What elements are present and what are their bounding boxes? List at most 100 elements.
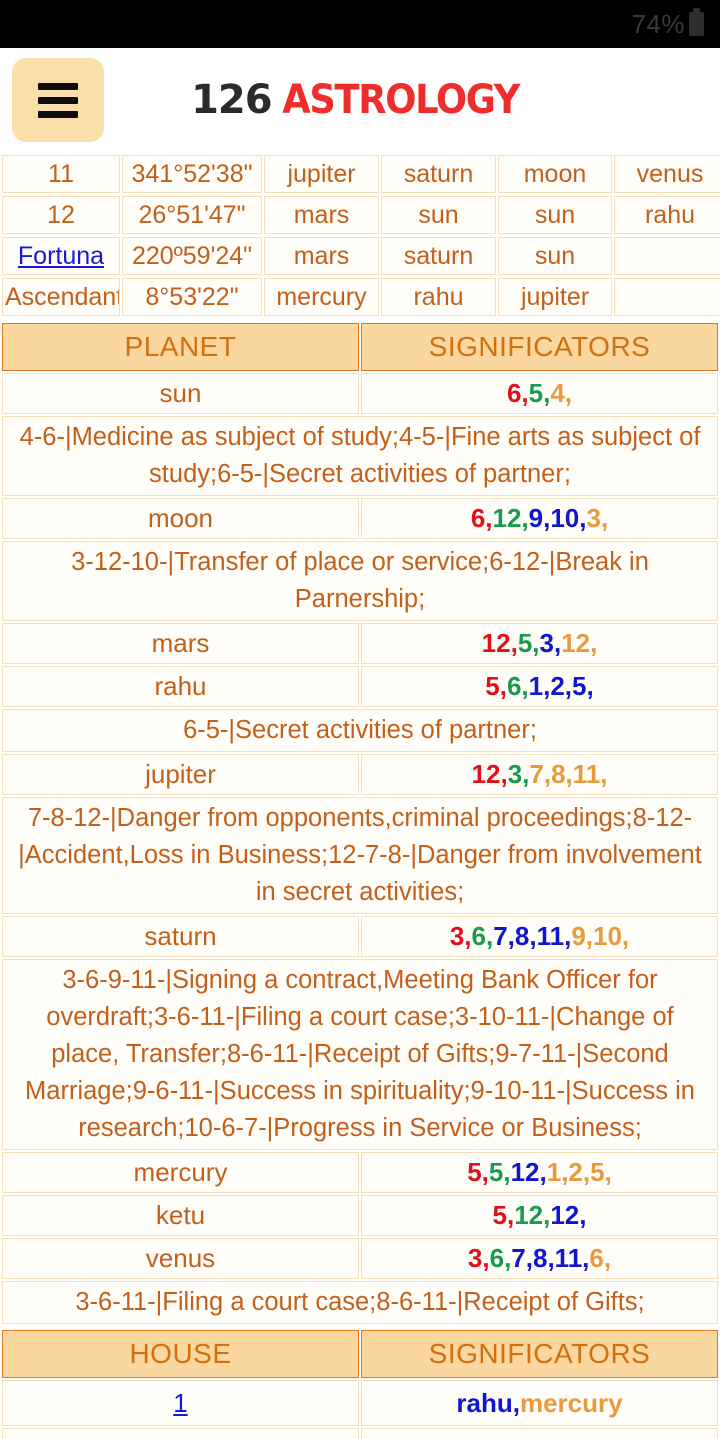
position-degree: 8°53'22" bbox=[122, 278, 262, 316]
position-row-label: 12 bbox=[2, 196, 120, 234]
app-header: 126 ASTROLOGY bbox=[0, 48, 720, 152]
status-bar: 74% bbox=[0, 0, 720, 48]
house-table-header-row: HOUSE SIGNIFICATORS bbox=[2, 1330, 718, 1378]
position-lord-2: sun bbox=[381, 196, 496, 234]
position-lord-4 bbox=[614, 237, 720, 275]
table-row: mars 12,5,3,12, bbox=[2, 623, 718, 664]
position-lord-2: rahu bbox=[381, 278, 496, 316]
significator-token: 7, bbox=[511, 1243, 533, 1273]
table-row: jupiter 12,3,7,8,11, bbox=[2, 754, 718, 795]
position-degree: 341°52'38" bbox=[122, 155, 262, 193]
house-link[interactable]: 2 bbox=[173, 1436, 187, 1439]
significators-cell: 6,5,4, bbox=[361, 373, 718, 414]
significator-token: 5, bbox=[528, 378, 551, 408]
significator-token: 4, bbox=[550, 378, 573, 408]
fortuna-link[interactable]: Fortuna bbox=[18, 242, 104, 270]
significators-cell: 5,5,12,1,2,5, bbox=[361, 1152, 718, 1193]
significators-cell: rahu,mercury bbox=[361, 1428, 718, 1439]
significator-token: 5, bbox=[590, 1157, 612, 1187]
significator-token: 5, bbox=[488, 1157, 511, 1187]
significator-token: 6, bbox=[471, 921, 494, 951]
significators-cell: 12,5,3,12, bbox=[361, 623, 718, 664]
significator-token: 9, bbox=[528, 503, 551, 533]
significator-token: 12, bbox=[550, 1200, 587, 1230]
table-row: mercury 5,5,12,1,2,5, bbox=[2, 1152, 718, 1193]
hamburger-menu-icon-bar-3 bbox=[38, 110, 78, 118]
significator-token: 7, bbox=[493, 921, 515, 951]
significator-token: 3, bbox=[586, 503, 609, 533]
hamburger-menu-button[interactable] bbox=[12, 58, 104, 142]
significator-token: 6, bbox=[506, 378, 529, 408]
table-row: 11 341°52'38" jupiter saturn moon venus bbox=[2, 155, 720, 193]
planet-description-text: 6-5-|Secret activities of partner; bbox=[2, 709, 718, 752]
position-lord-2: saturn bbox=[381, 237, 496, 275]
significator-token: mercury bbox=[519, 1388, 623, 1418]
significator-token: 12, bbox=[561, 628, 598, 658]
table-row: Ascendant 8°53'22" mercury rahu jupiter bbox=[2, 278, 720, 316]
significator-token: 9, bbox=[571, 921, 593, 951]
significator-token: 11, bbox=[536, 921, 572, 951]
site-logo: 126 ASTROLOGY bbox=[0, 77, 720, 123]
page-content: 11 341°52'38" jupiter saturn moon venus 12 26°5… bbox=[0, 152, 720, 1439]
planet-description-text: 3-12-10-|Transfer of place or service;6-… bbox=[2, 541, 718, 621]
significator-token: 12, bbox=[510, 1157, 547, 1187]
position-lord-3: moon bbox=[498, 155, 612, 193]
position-lord-1: jupiter bbox=[264, 155, 379, 193]
significators-cell: 12,3,7,8,11, bbox=[361, 754, 718, 795]
battery-icon bbox=[689, 8, 704, 36]
planet-description-row: 6-5-|Secret activities of partner; bbox=[2, 709, 718, 752]
position-lord-4: venus bbox=[614, 155, 720, 193]
significator-token: 3, bbox=[539, 628, 562, 658]
house-significators-table: HOUSE SIGNIFICATORS 1 rahu,mercury 2 rahu,m… bbox=[0, 1328, 720, 1439]
table-row: saturn 3,6,7,8,11,9,10, bbox=[2, 916, 718, 957]
planet-description-row: 3-12-10-|Transfer of place or service;6-… bbox=[2, 541, 718, 621]
planet-name-cell: mercury bbox=[2, 1152, 359, 1193]
planet-description-text: 3-6-11-|Filing a court case;8-6-11-|Rece… bbox=[2, 1281, 718, 1324]
significator-token: 1, bbox=[546, 1157, 569, 1187]
significator-token: 2, bbox=[568, 1157, 591, 1187]
significators-cell: rahu,mercury bbox=[361, 1380, 718, 1426]
table-row: venus 3,6,7,8,11,6, bbox=[2, 1238, 718, 1279]
planet-description-text: 4-6-|Medicine as subject of study;4-5-|F… bbox=[2, 416, 718, 496]
planet-column-header: PLANET bbox=[2, 323, 359, 371]
position-lord-4 bbox=[614, 278, 720, 316]
position-lord-2: saturn bbox=[381, 155, 496, 193]
planet-description-text: 3-6-9-11-|Signing a contract,Meeting Ban… bbox=[2, 959, 718, 1150]
house-column-header: HOUSE bbox=[2, 1330, 359, 1378]
significator-token: 5, bbox=[517, 628, 540, 658]
planet-description-row: 4-6-|Medicine as subject of study;4-5-|F… bbox=[2, 416, 718, 496]
position-row-label[interactable]: Fortuna bbox=[2, 237, 120, 275]
planet-significators-column-header: SIGNIFICATORS bbox=[361, 323, 718, 371]
table-row: Fortuna 220º59'24" mars saturn sun bbox=[2, 237, 720, 275]
planet-name-cell: ketu bbox=[2, 1195, 359, 1236]
position-row-label: 11 bbox=[2, 155, 120, 193]
planet-name-cell: saturn bbox=[2, 916, 359, 957]
position-lord-4: rahu bbox=[614, 196, 720, 234]
house-number-cell[interactable]: 1 bbox=[2, 1380, 359, 1426]
planet-description-row: 3-6-11-|Filing a court case;8-6-11-|Rece… bbox=[2, 1281, 718, 1324]
house-link[interactable]: 1 bbox=[173, 1388, 187, 1418]
planet-table-header-row: PLANET SIGNIFICATORS bbox=[2, 323, 718, 371]
significator-token: 11, bbox=[554, 1243, 590, 1273]
significator-token: 8, bbox=[514, 921, 537, 951]
significators-cell: 6,12,9,10,3, bbox=[361, 498, 718, 539]
significator-token: 7, bbox=[529, 759, 552, 789]
significator-token: 5, bbox=[492, 1200, 515, 1230]
significators-cell: 3,6,7,8,11,6, bbox=[361, 1238, 718, 1279]
position-degree: 220º59'24" bbox=[122, 237, 262, 275]
position-lord-1: mars bbox=[264, 196, 379, 234]
table-row: 1 rahu,mercury bbox=[2, 1380, 718, 1426]
planet-name-cell: mars bbox=[2, 623, 359, 664]
house-number-cell[interactable]: 2 bbox=[2, 1428, 359, 1439]
logo-word: ASTROLOGY bbox=[281, 77, 520, 123]
table-row: 12 26°51'47" mars sun sun rahu bbox=[2, 196, 720, 234]
position-degree: 26°51'47" bbox=[122, 196, 262, 234]
planet-description-text: 7-8-12-|Danger from opponents,criminal p… bbox=[2, 797, 718, 914]
table-row: moon 6,12,9,10,3, bbox=[2, 498, 718, 539]
table-row: ketu 5,12,12, bbox=[2, 1195, 718, 1236]
hamburger-menu-icon-bar-2 bbox=[38, 96, 78, 104]
position-lord-1: mars bbox=[264, 237, 379, 275]
planet-name-cell: sun bbox=[2, 373, 359, 414]
significators-cell: 3,6,7,8,11,9,10, bbox=[361, 916, 718, 957]
significator-token: 5, bbox=[485, 671, 507, 701]
